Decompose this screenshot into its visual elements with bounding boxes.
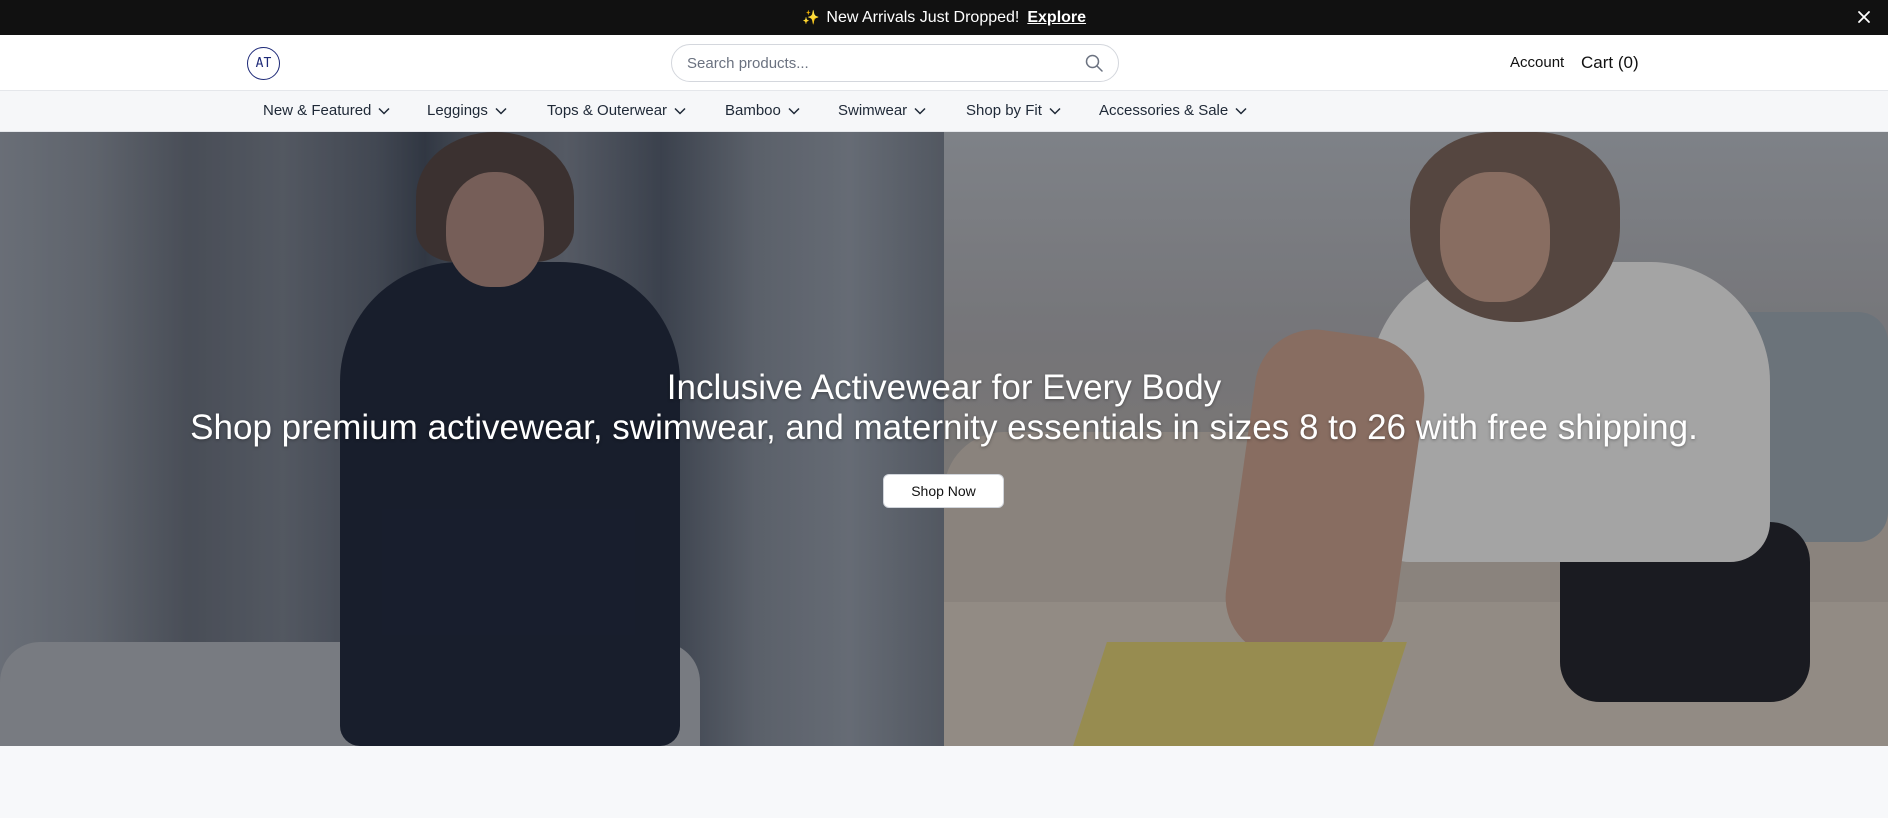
hero-banner: Inclusive Activewear for Every Body Shop…: [0, 132, 1888, 746]
site-header: AT Account Cart (0): [0, 35, 1888, 91]
chevron-down-icon: [788, 107, 800, 115]
nav-item-label: Accessories & Sale: [1099, 102, 1229, 119]
nav-item-swimwear[interactable]: Swimwear: [838, 102, 926, 119]
main-nav: New & Featured Leggings Tops & Outerwear…: [0, 91, 1888, 132]
nav-item-label: Shop by Fit: [966, 102, 1042, 119]
search-icon[interactable]: [1085, 54, 1103, 72]
cart-link[interactable]: Cart (0): [1581, 53, 1639, 73]
hero-subtitle: Shop premium activewear, swimwear, and m…: [190, 408, 1698, 447]
account-link[interactable]: Account: [1510, 54, 1564, 71]
chevron-down-icon: [495, 107, 507, 115]
nav-item-accessories-sale[interactable]: Accessories & Sale: [1099, 102, 1247, 119]
nav-item-label: New & Featured: [263, 102, 372, 119]
hero-title: Inclusive Activewear for Every Body: [666, 368, 1222, 407]
announcement-bar: ✨ New Arrivals Just Dropped! Explore: [0, 0, 1888, 35]
close-icon[interactable]: [1854, 7, 1874, 27]
search-bar[interactable]: [671, 44, 1119, 82]
nav-item-label: Swimwear: [838, 102, 908, 119]
announcement-text: New Arrivals Just Dropped!: [826, 8, 1020, 26]
nav-item-leggings[interactable]: Leggings: [427, 102, 507, 119]
nav-item-tops-outerwear[interactable]: Tops & Outerwear: [547, 102, 686, 119]
nav-item-label: Leggings: [427, 102, 488, 119]
chevron-down-icon: [378, 107, 390, 115]
chevron-down-icon: [1049, 107, 1061, 115]
nav-item-shop-by-fit[interactable]: Shop by Fit: [966, 102, 1061, 119]
nav-item-bamboo[interactable]: Bamboo: [725, 102, 800, 119]
sparkle-icon: ✨: [801, 9, 820, 25]
brand-logo[interactable]: AT: [247, 47, 280, 80]
search-input[interactable]: [687, 54, 1085, 72]
chevron-down-icon: [1235, 107, 1247, 115]
nav-item-label: Bamboo: [725, 102, 781, 119]
chevron-down-icon: [914, 107, 926, 115]
explore-link[interactable]: Explore: [1027, 9, 1086, 27]
chevron-down-icon: [674, 107, 686, 115]
shop-now-button[interactable]: Shop Now: [883, 474, 1004, 508]
page-content-area: [0, 746, 1888, 818]
nav-item-new-featured[interactable]: New & Featured: [263, 102, 390, 119]
nav-item-label: Tops & Outerwear: [547, 102, 668, 119]
